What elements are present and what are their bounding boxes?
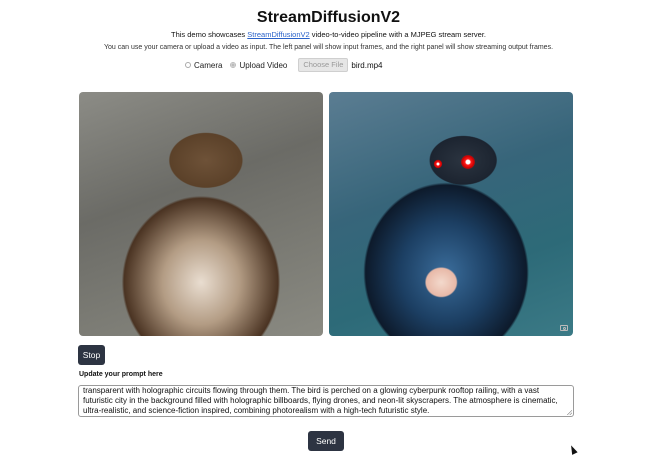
camera-option-label: Camera <box>194 60 223 70</box>
page-title: StreamDiffusionV2 <box>256 9 401 26</box>
input-source-controls: Camera Upload Video Choose File bird.mp4 <box>185 58 383 72</box>
prompt-input[interactable]: transparent with holographic circuits fl… <box>78 385 574 417</box>
resize-grip-icon[interactable] <box>567 410 572 415</box>
input-frame-panel <box>79 92 323 336</box>
streamdiffusion-link[interactable]: StreamDiffusionV2 <box>247 30 309 39</box>
output-frame-panel <box>329 92 573 336</box>
choose-file-button[interactable]: Choose File <box>298 58 349 72</box>
mouse-cursor-icon <box>568 444 578 455</box>
selected-file-name: bird.mp4 <box>351 60 383 70</box>
page: StreamDiffusionV2 This demo showcases St… <box>0 0 657 472</box>
description-suffix: video-to-video pipeline with a MJPEG str… <box>309 30 487 39</box>
instructions-text: You can use your camera or upload a vide… <box>103 44 554 51</box>
send-button[interactable]: Send <box>308 431 344 451</box>
upload-video-radio[interactable] <box>230 62 237 68</box>
camera-option[interactable]: Camera <box>185 61 222 70</box>
description-prefix: This demo showcases <box>170 30 248 39</box>
camera-icon[interactable] <box>560 325 568 331</box>
camera-radio[interactable] <box>185 62 191 68</box>
prompt-label: Update your prompt here <box>79 371 163 378</box>
upload-video-option-label: Upload Video <box>239 60 288 70</box>
upload-video-option[interactable]: Upload Video <box>230 61 287 70</box>
glowing-eye-right <box>433 159 443 169</box>
page-description: This demo showcases StreamDiffusionV2 vi… <box>0 30 657 39</box>
stop-button[interactable]: Stop <box>78 345 105 365</box>
glowing-eye-left <box>461 155 475 169</box>
